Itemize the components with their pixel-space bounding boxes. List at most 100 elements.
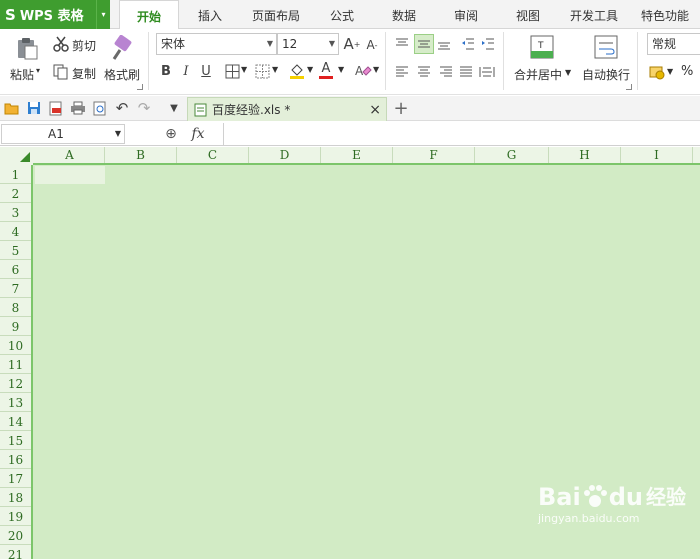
tab-developer[interactable]: 开发工具 xyxy=(564,0,624,29)
percent-button[interactable]: % xyxy=(681,64,693,79)
tab-formulas[interactable]: 公式 xyxy=(318,0,366,29)
column-header[interactable]: B xyxy=(105,147,177,163)
decrease-indent-icon[interactable] xyxy=(460,36,476,52)
merge-center-button[interactable]: 合并居中 xyxy=(514,66,562,83)
wrap-text-button[interactable]: 自动换行 xyxy=(582,66,630,83)
borders-icon[interactable] xyxy=(224,63,240,79)
copy-button[interactable]: 复制 xyxy=(72,65,96,82)
row-header[interactable]: 21 xyxy=(0,545,31,559)
row-header[interactable]: 12 xyxy=(0,374,31,393)
row-header[interactable]: 13 xyxy=(0,393,31,412)
tab-data[interactable]: 数据 xyxy=(380,0,428,29)
column-header[interactable]: D xyxy=(249,147,321,163)
column-header[interactable]: I xyxy=(621,147,693,163)
clear-format-icon[interactable]: A xyxy=(354,62,372,80)
column-header[interactable]: F xyxy=(393,147,475,163)
align-bottom-icon[interactable] xyxy=(436,36,452,52)
paste-dropdown-icon[interactable]: ▾ xyxy=(36,66,40,75)
row-header[interactable]: 5 xyxy=(0,241,31,260)
column-header[interactable]: C xyxy=(177,147,249,163)
alignment-launcher-icon[interactable] xyxy=(626,84,632,90)
row-header[interactable]: 19 xyxy=(0,507,31,526)
underline-button[interactable]: U xyxy=(198,63,214,79)
italic-button[interactable]: I xyxy=(178,63,194,79)
column-header[interactable]: G xyxy=(475,147,549,163)
row-header[interactable]: 11 xyxy=(0,355,31,374)
column-header[interactable]: E xyxy=(321,147,393,163)
cell-style-icon[interactable] xyxy=(254,63,270,79)
paste-label[interactable]: 粘贴 xyxy=(10,66,34,83)
row-header[interactable]: 18 xyxy=(0,488,31,507)
save-icon[interactable] xyxy=(26,100,42,116)
copy-icon[interactable] xyxy=(53,64,69,80)
font-color-button[interactable]: A xyxy=(318,61,334,80)
align-right-icon[interactable] xyxy=(438,64,454,80)
format-painter-icon[interactable] xyxy=(108,35,134,61)
chevron-down-icon[interactable]: ▼ xyxy=(241,65,247,74)
font-name-select[interactable]: 宋体 ▼ xyxy=(156,33,277,55)
row-header[interactable]: 3 xyxy=(0,203,31,222)
row-header[interactable]: 16 xyxy=(0,450,31,469)
row-header[interactable]: 7 xyxy=(0,279,31,298)
document-tab[interactable]: 百度经验.xls * × xyxy=(187,97,387,121)
zoom-icon[interactable]: ⊕ xyxy=(162,125,180,143)
align-center-icon[interactable] xyxy=(416,64,432,80)
new-tab-button[interactable]: + xyxy=(393,98,409,119)
row-header[interactable]: 9 xyxy=(0,317,31,336)
column-header[interactable]: H xyxy=(549,147,621,163)
chevron-down-icon[interactable]: ▼ xyxy=(338,65,344,74)
align-top-icon[interactable] xyxy=(394,36,410,52)
chevron-down-icon[interactable]: ▼ xyxy=(667,67,673,76)
chevron-down-icon[interactable]: ▼ xyxy=(307,65,313,74)
insert-function-button[interactable]: fx xyxy=(188,124,208,144)
tab-home[interactable]: 开始 xyxy=(119,0,179,30)
active-cell[interactable] xyxy=(35,166,105,184)
decrease-font-icon[interactable]: A- xyxy=(364,37,380,53)
select-all-corner[interactable] xyxy=(0,147,33,165)
currency-icon[interactable] xyxy=(648,63,666,81)
print-icon[interactable] xyxy=(70,100,86,116)
row-header[interactable]: 15 xyxy=(0,431,31,450)
cut-button[interactable]: 剪切 xyxy=(72,37,96,54)
font-size-select[interactable]: 12 ▼ xyxy=(277,33,339,55)
row-header[interactable]: 4 xyxy=(0,222,31,241)
bold-button[interactable]: B xyxy=(158,63,174,79)
tab-review[interactable]: 审阅 xyxy=(442,0,490,29)
number-format-select[interactable]: 常规 xyxy=(647,33,700,55)
tab-insert[interactable]: 插入 xyxy=(185,0,235,29)
formula-input[interactable] xyxy=(223,123,700,145)
chevron-down-icon[interactable]: ▼ xyxy=(373,65,379,74)
row-header[interactable]: 2 xyxy=(0,184,31,203)
chevron-down-icon[interactable]: ▼ xyxy=(565,68,571,77)
customize-toolbar-icon[interactable]: ▼ xyxy=(166,100,182,116)
paste-button[interactable] xyxy=(14,35,40,61)
export-pdf-icon[interactable] xyxy=(48,100,64,116)
row-header[interactable]: 14 xyxy=(0,412,31,431)
row-header[interactable]: 6 xyxy=(0,260,31,279)
scissors-icon[interactable] xyxy=(53,36,69,52)
distributed-icon[interactable] xyxy=(478,64,496,80)
row-header[interactable]: 17 xyxy=(0,469,31,488)
app-menu-arrow-icon[interactable]: ▾ xyxy=(96,0,110,29)
increase-indent-icon[interactable] xyxy=(480,36,496,52)
row-header[interactable]: 1 xyxy=(0,165,31,184)
merge-center-icon[interactable]: T xyxy=(530,35,554,59)
tab-features[interactable]: 特色功能 xyxy=(634,0,696,29)
app-menu-button[interactable]: S WPS 表格 ▾ xyxy=(0,0,110,29)
close-tab-icon[interactable]: × xyxy=(369,102,381,118)
increase-font-icon[interactable]: A + xyxy=(343,35,361,53)
justify-icon[interactable] xyxy=(458,64,474,80)
open-folder-icon[interactable] xyxy=(4,100,20,116)
align-left-icon[interactable] xyxy=(394,64,410,80)
tab-page-layout[interactable]: 页面布局 xyxy=(243,0,309,29)
name-box[interactable]: A1 ▼ xyxy=(1,124,125,144)
chevron-down-icon[interactable]: ▼ xyxy=(272,65,278,74)
column-header[interactable]: A xyxy=(35,147,105,163)
row-header[interactable]: 20 xyxy=(0,526,31,545)
row-header[interactable]: 10 xyxy=(0,336,31,355)
clipboard-launcher-icon[interactable] xyxy=(137,84,143,90)
redo-icon[interactable]: ↷ xyxy=(136,99,152,117)
undo-icon[interactable]: ↶ xyxy=(114,99,130,117)
chevron-down-icon[interactable]: ▼ xyxy=(115,125,121,143)
align-middle-icon[interactable] xyxy=(414,34,434,54)
